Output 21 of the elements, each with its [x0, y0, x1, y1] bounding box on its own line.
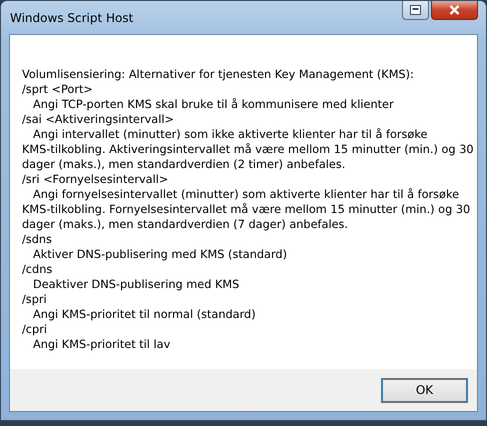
option-description: Aktiver DNS-publisering med KMS (standard): [32, 247, 288, 262]
option-name: /sai <Aktiveringsintervall>: [22, 112, 175, 127]
window-icon: [410, 5, 421, 15]
option-name: /spri: [22, 292, 48, 307]
option-name: /sri <Fornyelsesintervall>: [22, 172, 170, 187]
option-description: Angi KMS-prioritet til lav: [32, 337, 172, 352]
close-icon: [449, 5, 460, 15]
option-name: /sdns: [22, 232, 53, 247]
option-description: Angi KMS-prioritet til normal (standard): [32, 307, 257, 322]
option-description: Deaktiver DNS-publisering med KMS: [32, 277, 240, 292]
ok-button[interactable]: OK: [381, 378, 468, 402]
option-name: /sprt <Port>: [22, 82, 94, 97]
message-heading: Volumlisensiering: Alternativer for tjenesten Key Management (KMS):: [22, 67, 415, 82]
window-title: Windows Script Host: [9, 10, 134, 26]
close-button[interactable]: [431, 1, 478, 20]
option-description: Angi intervallet (minutter) som ikke aktiverte klienter har til å forsøke KMS-tilkobling. Aktiveringsintervallet må være mellom 15 minutter (min.) og 30 dager (maks.), men standardverdien (2 timer) anbefales.: [22, 127, 475, 172]
option-name: /cpri: [22, 322, 48, 337]
restore-button[interactable]: [402, 1, 429, 20]
option-description: Angi TCP-porten KMS skal bruke til å kommunisere med klienter: [32, 97, 395, 112]
option-name: /cdns: [22, 262, 54, 277]
option-description: Angi fornyelsesintervallet (minutter) som aktiverte klienter har til å forsøke KMS-tilkobling. Fornyelsesintervallet må være mellom 15 minutter (min.) og 30 dager (maks.), men standardverdien (7 dager) anbefales.: [22, 187, 472, 232]
